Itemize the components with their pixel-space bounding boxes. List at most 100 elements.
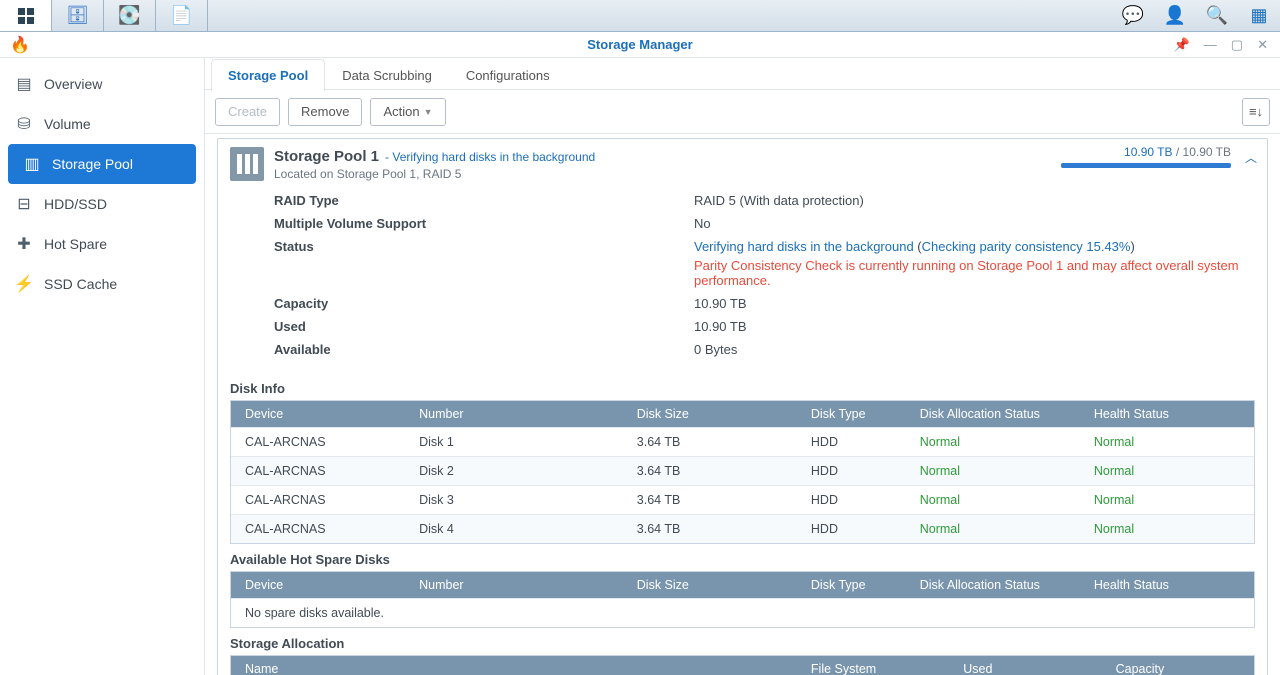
disk-info-title: Disk Info: [230, 381, 1267, 396]
window-title: Storage Manager: [0, 37, 1280, 52]
maximize-icon[interactable]: ▢: [1231, 37, 1243, 53]
tab-row: Storage Pool Data Scrubbing Configuratio…: [205, 58, 1280, 90]
storage-pool-panel: Storage Pool 1 - Verifying hard disks in…: [217, 138, 1268, 675]
task-iscsi-icon[interactable]: 🗄: [52, 0, 104, 31]
col-health[interactable]: Health Status: [1080, 572, 1254, 599]
sidebar-item-label: SSD Cache: [44, 276, 117, 292]
capacity-bar: [1061, 163, 1231, 168]
allocation-table: Name File System Used Capacity Volume 1 …: [230, 655, 1255, 675]
cell: Normal: [1080, 515, 1254, 544]
sidebar-item-hot-spare[interactable]: ✚ Hot Spare: [0, 224, 204, 264]
minimize-icon[interactable]: —: [1204, 37, 1217, 53]
close-icon[interactable]: ✕: [1257, 37, 1268, 53]
volume-icon: ⛁: [14, 114, 34, 134]
widgets-icon[interactable]: ▦: [1238, 0, 1280, 31]
pool-icon: [230, 147, 264, 181]
status-link[interactable]: Verifying hard disks in the background: [694, 239, 914, 254]
sidebar-item-volume[interactable]: ⛁ Volume: [0, 104, 204, 144]
col-fs[interactable]: File System: [797, 656, 949, 675]
cell: 3.64 TB: [623, 428, 797, 457]
ssd-cache-icon: ⚡: [14, 274, 34, 294]
pool-info-grid: RAID TypeRAID 5 (With data protection) M…: [218, 181, 1267, 373]
sidebar-item-overview[interactable]: ▤ Overview: [0, 64, 204, 104]
status-label: Status: [274, 239, 694, 288]
sidebar-item-storage-pool[interactable]: ▥ Storage Pool: [8, 144, 196, 184]
col-size[interactable]: Disk Size: [623, 572, 797, 599]
cell: Normal: [906, 457, 1080, 486]
hot-spare-icon: ✚: [14, 234, 34, 254]
collapse-icon[interactable]: ︿: [1245, 149, 1257, 166]
col-type[interactable]: Disk Type: [797, 572, 906, 599]
capacity-used: 10.90 TB: [1124, 145, 1172, 159]
capacity-total: 10.90 TB: [1183, 145, 1231, 159]
cell: HDD: [797, 486, 906, 515]
available-value: 0 Bytes: [694, 342, 1255, 357]
col-name[interactable]: Name: [231, 656, 797, 675]
table-row: No spare disks available.: [231, 599, 1254, 628]
used-label: Used: [274, 319, 694, 334]
cell: 3.64 TB: [623, 515, 797, 544]
col-number[interactable]: Number: [405, 401, 623, 428]
col-used[interactable]: Used: [949, 656, 1101, 675]
sidebar-item-hdd-ssd[interactable]: ⊟ HDD/SSD: [0, 184, 204, 224]
cell: HDD: [797, 515, 906, 544]
task-notes-icon[interactable]: 📄: [156, 0, 208, 31]
used-value: 10.90 TB: [694, 319, 1255, 334]
remove-button[interactable]: Remove: [288, 98, 362, 126]
available-label: Available: [274, 342, 694, 357]
cell: Normal: [906, 486, 1080, 515]
pin-icon[interactable]: 📌: [1174, 37, 1190, 53]
col-alloc[interactable]: Disk Allocation Status: [906, 572, 1080, 599]
cell: HDD: [797, 428, 906, 457]
pool-header: Storage Pool 1 - Verifying hard disks in…: [218, 139, 1267, 181]
col-device[interactable]: Device: [231, 572, 405, 599]
col-alloc[interactable]: Disk Allocation Status: [906, 401, 1080, 428]
sidebar-item-ssd-cache[interactable]: ⚡ SSD Cache: [0, 264, 204, 304]
user-icon[interactable]: 👤: [1154, 0, 1196, 31]
task-right-group: 💬 👤 🔍 ▦: [1112, 0, 1280, 31]
hot-spare-table: Device Number Disk Size Disk Type Disk A…: [230, 571, 1255, 628]
sort-button[interactable]: ≡↓: [1242, 98, 1270, 126]
tab-configurations[interactable]: Configurations: [449, 59, 567, 91]
task-storage-icon[interactable]: 💽: [104, 0, 156, 31]
tab-storage-pool[interactable]: Storage Pool: [211, 59, 325, 91]
sidebar-item-label: Overview: [44, 76, 102, 92]
cell: Disk 4: [405, 515, 623, 544]
col-number[interactable]: Number: [405, 572, 623, 599]
overview-icon: ▤: [14, 74, 34, 94]
cell: CAL-ARCNAS: [231, 428, 405, 457]
cell: Normal: [1080, 428, 1254, 457]
toolbar: Create Remove Action▼ ≡↓: [205, 90, 1280, 134]
table-row[interactable]: CAL-ARCNASDisk 33.64 TBHDDNormalNormal: [231, 486, 1254, 515]
cell: Normal: [906, 515, 1080, 544]
chevron-down-icon: ▼: [424, 107, 433, 117]
cell: Normal: [1080, 486, 1254, 515]
raid-type-value: RAID 5 (With data protection): [694, 193, 1255, 208]
storage-pool-icon: ▥: [22, 154, 42, 174]
tab-data-scrubbing[interactable]: Data Scrubbing: [325, 59, 449, 91]
table-row[interactable]: CAL-ARCNASDisk 13.64 TBHDDNormalNormal: [231, 428, 1254, 457]
task-apps-icon[interactable]: [0, 0, 52, 31]
table-row[interactable]: CAL-ARCNASDisk 23.64 TBHDDNormalNormal: [231, 457, 1254, 486]
col-device[interactable]: Device: [231, 401, 405, 428]
pool-name: Storage Pool 1: [274, 148, 379, 165]
col-health[interactable]: Health Status: [1080, 401, 1254, 428]
table-row[interactable]: CAL-ARCNASDisk 43.64 TBHDDNormalNormal: [231, 515, 1254, 544]
col-type[interactable]: Disk Type: [797, 401, 906, 428]
mvs-label: Multiple Volume Support: [274, 216, 694, 231]
cell: 3.64 TB: [623, 457, 797, 486]
action-button[interactable]: Action▼: [370, 98, 445, 126]
chat-icon[interactable]: 💬: [1112, 0, 1154, 31]
capacity-block: 10.90 TB / 10.90 TB: [1061, 145, 1231, 168]
col-size[interactable]: Disk Size: [623, 401, 797, 428]
hot-spare-empty: No spare disks available.: [231, 599, 1254, 628]
sidebar-item-label: HDD/SSD: [44, 196, 107, 212]
disk-info-table: Device Number Disk Size Disk Type Disk A…: [230, 400, 1255, 544]
cell: HDD: [797, 457, 906, 486]
app-icon: 🔥: [10, 35, 30, 55]
window-title-bar: 🔥 Storage Manager 📌 — ▢ ✕: [0, 32, 1280, 58]
status-warning: Parity Consistency Check is currently ru…: [694, 258, 1255, 288]
search-icon[interactable]: 🔍: [1196, 0, 1238, 31]
capacity-value: 10.90 TB: [694, 296, 1255, 311]
col-cap[interactable]: Capacity: [1102, 656, 1254, 675]
